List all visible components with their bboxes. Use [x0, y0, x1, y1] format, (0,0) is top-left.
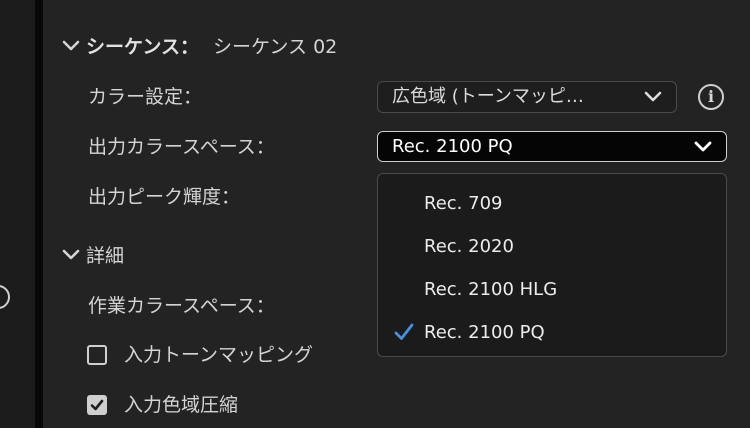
chevron-down-icon	[694, 141, 712, 152]
info-icon[interactable]: i	[698, 84, 724, 110]
output-color-space-select[interactable]: Rec. 2100 PQ	[377, 131, 727, 162]
details-chevron-down-icon[interactable]	[62, 249, 80, 261]
color-settings-value: 広色域 (トーンマッピ…	[392, 86, 584, 107]
option-label: Rec. 2100 PQ	[424, 322, 545, 343]
left-panel-edge	[0, 0, 35, 428]
color-settings-label: カラー設定：	[88, 86, 203, 108]
output-peak-brightness-label: 出力ピーク輝度：	[88, 186, 241, 208]
option-label: Rec. 2100 HLG	[424, 279, 558, 300]
dropdown-option-rec2100-hlg[interactable]: Rec. 2100 HLG	[378, 270, 726, 310]
tone-mapping-checkbox[interactable]	[87, 345, 107, 365]
gamut-compression-label: 入力色域圧縮	[124, 394, 239, 416]
tone-mapping-label: 入力トーンマッピング	[124, 344, 314, 366]
option-label: Rec. 709	[424, 193, 503, 214]
chevron-down-icon	[644, 91, 662, 102]
output-color-space-label: 出力カラースペース：	[88, 136, 275, 158]
option-label: Rec. 2020	[424, 236, 514, 257]
dropdown-option-rec709[interactable]: Rec. 709	[378, 184, 726, 224]
dropdown-option-rec2020[interactable]: Rec. 2020	[378, 227, 726, 267]
checkmark-icon	[394, 323, 414, 340]
section-chevron-down-icon[interactable]	[62, 40, 80, 52]
section-title: シーケンス：	[86, 36, 200, 58]
dropdown-option-rec2100-pq[interactable]: Rec. 2100 PQ	[378, 313, 726, 353]
color-settings-select[interactable]: 広色域 (トーンマッピ…	[377, 81, 677, 113]
output-color-space-value: Rec. 2100 PQ	[392, 136, 513, 157]
sequence-name: シーケンス 02	[213, 36, 338, 58]
checkmark-icon	[90, 399, 104, 411]
panel-divider[interactable]	[35, 0, 43, 428]
working-color-space-label: 作業カラースペース：	[88, 295, 275, 317]
gamut-compression-checkbox[interactable]	[87, 395, 107, 415]
details-title: 詳細	[86, 245, 125, 267]
output-color-space-dropdown: Rec. 709 Rec. 2020 Rec. 2100 HLG Rec. 21…	[377, 173, 727, 357]
